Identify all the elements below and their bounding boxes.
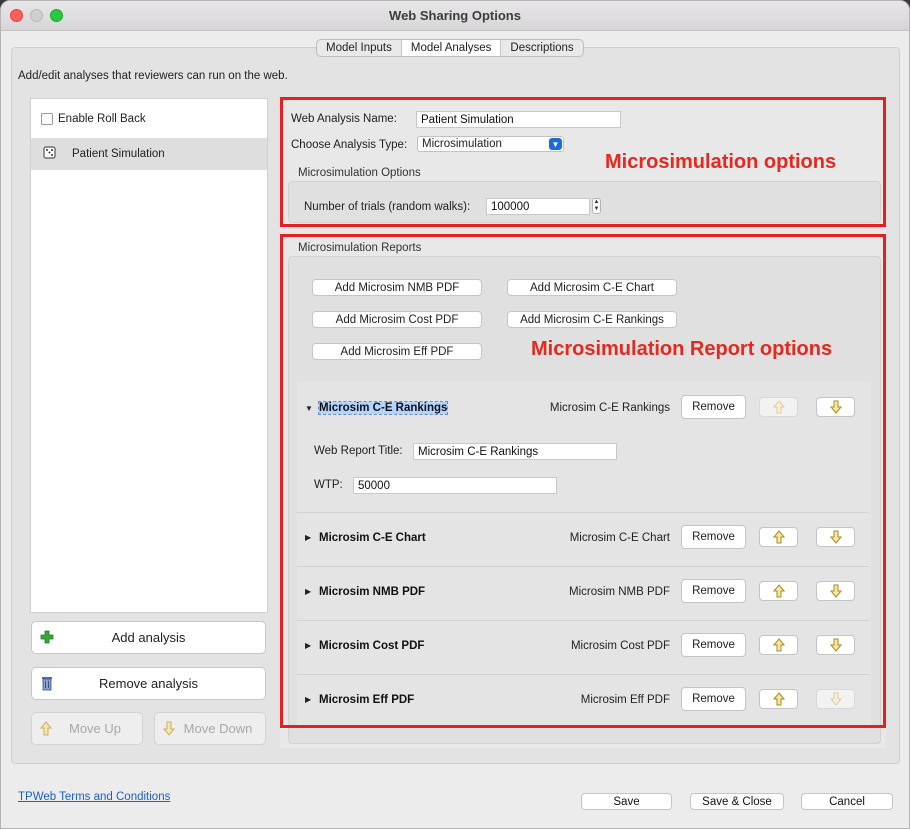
enable-rollback-row[interactable]: Enable Roll Back bbox=[41, 113, 146, 125]
title-bar: Web Sharing Options bbox=[1, 1, 909, 31]
analysis-list-item[interactable]: Patient Simulation bbox=[31, 138, 267, 170]
dice-icon bbox=[43, 146, 57, 162]
analysis-list-panel: Enable Roll Back Patient Simulation bbox=[30, 98, 268, 613]
arrow-down-icon bbox=[162, 721, 176, 739]
remove-analysis-button[interactable]: Remove analysis bbox=[31, 667, 266, 700]
analysis-list-item-label: Patient Simulation bbox=[72, 148, 165, 160]
tab-model-analyses[interactable]: Model Analyses bbox=[401, 40, 502, 56]
trash-icon bbox=[40, 676, 54, 691]
info-text: Add/edit analyses that reviewers can run… bbox=[18, 70, 288, 82]
plus-icon bbox=[40, 630, 54, 645]
report-options-highlight-box bbox=[280, 234, 886, 728]
cancel-button[interactable]: Cancel bbox=[801, 793, 893, 810]
enable-rollback-checkbox[interactable] bbox=[41, 113, 53, 125]
tab-bar: Model Inputs Model Analyses Descriptions bbox=[316, 39, 584, 57]
move-down-button[interactable]: Move Down bbox=[154, 712, 266, 745]
tab-model-inputs[interactable]: Model Inputs bbox=[317, 40, 402, 56]
move-down-label: Move Down bbox=[183, 721, 253, 736]
save-close-button[interactable]: Save & Close bbox=[690, 793, 784, 810]
window-title: Web Sharing Options bbox=[389, 8, 521, 23]
arrow-up-icon bbox=[39, 721, 53, 739]
move-up-button[interactable]: Move Up bbox=[31, 712, 143, 745]
options-annotation: Microsimulation options bbox=[605, 151, 837, 173]
web-sharing-window: Web Sharing Options Model Inputs Model A… bbox=[0, 0, 910, 829]
remove-analysis-label: Remove analysis bbox=[99, 676, 198, 691]
save-button[interactable]: Save bbox=[581, 793, 672, 810]
add-analysis-label: Add analysis bbox=[111, 630, 186, 645]
move-up-label: Move Up bbox=[68, 721, 122, 736]
terms-link[interactable]: TPWeb Terms and Conditions bbox=[18, 791, 170, 803]
enable-rollback-label: Enable Roll Back bbox=[58, 113, 146, 125]
tab-descriptions[interactable]: Descriptions bbox=[501, 40, 582, 56]
add-analysis-button[interactable]: Add analysis bbox=[31, 621, 266, 654]
